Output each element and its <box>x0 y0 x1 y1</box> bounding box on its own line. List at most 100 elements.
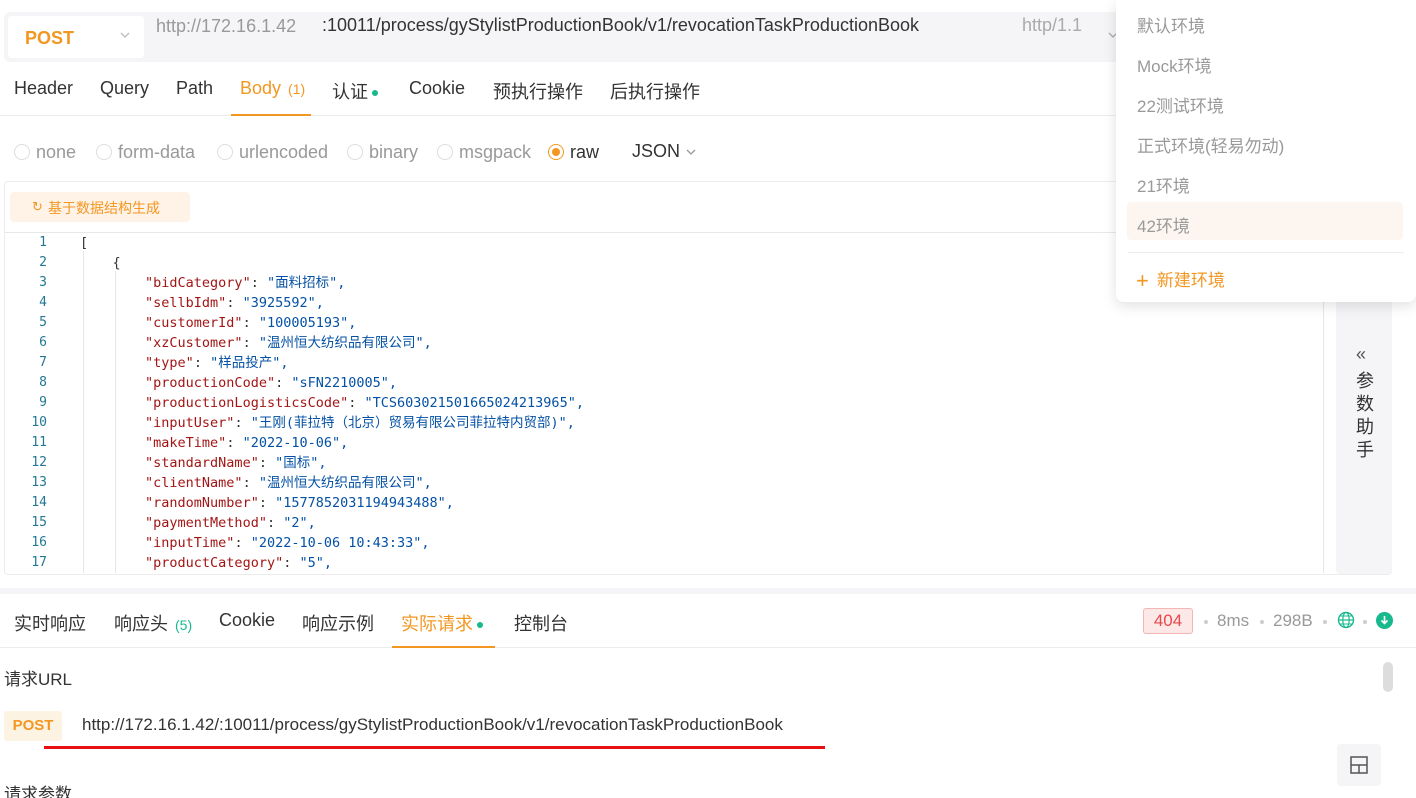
tab-query[interactable]: Query <box>100 78 149 116</box>
code-content: [ <box>80 233 88 253</box>
code-content: "inputTime": "2022-10-06 10:43:33", <box>80 533 430 553</box>
json-key: "randomNumber" <box>145 495 259 511</box>
tab-response-headers[interactable]: 响应头 (5) <box>114 610 192 648</box>
env-item-production[interactable]: 正式环境(轻易勿动) <box>1127 122 1403 160</box>
globe-icon[interactable] <box>1337 611 1355 629</box>
separator-dot <box>1323 620 1327 624</box>
generate-from-schema-button[interactable]: ↻ 基于数据结构生成 <box>10 192 190 222</box>
tab-cookie[interactable]: Cookie <box>409 78 465 116</box>
radio-label: form-data <box>118 142 196 162</box>
line-number: 11 <box>31 435 47 450</box>
radio-form-data[interactable]: form-data <box>96 142 195 163</box>
env-item-mock[interactable]: Mock环境 <box>1127 42 1403 80</box>
json-colon: : <box>275 375 292 391</box>
tab-post-script[interactable]: 后执行操作 <box>610 78 700 116</box>
actual-request-url: http://172.16.1.42/:10011/process/gyStyl… <box>82 715 783 734</box>
status-dot <box>477 622 483 629</box>
tab-response-cookie[interactable]: Cookie <box>219 610 275 648</box>
code-line: 17 "productCategory": "5", <box>5 553 1323 573</box>
json-value: "王刚(菲拉特（北京）贸易有限公司菲拉特内贸部)", <box>250 415 575 431</box>
radio-label: raw <box>570 142 600 162</box>
radio-urlencoded[interactable]: urlencoded <box>217 142 328 163</box>
code-line: 14 "randomNumber": "1577852031194943488"… <box>5 493 1323 513</box>
json-value: "sFN2210005", <box>291 375 398 391</box>
json-key: "xzCustomer" <box>145 335 243 351</box>
code-content: "xzCustomer": "温州恒大纺织品有限公司", <box>80 333 432 353</box>
layout-toggle-button[interactable] <box>1337 744 1381 786</box>
code-content: "bidCategory": "面料招标", <box>80 273 345 293</box>
tab-console[interactable]: 控制台 <box>514 610 568 648</box>
tab-actual-request[interactable]: 实际请求 <box>392 610 495 648</box>
url-host[interactable]: http://172.16.1.42 <box>156 16 296 37</box>
url-input[interactable]: :10011/process/gyStylistProductionBook/v… <box>322 15 919 36</box>
radio-raw[interactable]: raw <box>548 142 599 163</box>
layout-icon <box>1350 756 1368 774</box>
json-colon: : <box>348 395 365 411</box>
panel-divider[interactable] <box>0 588 1416 594</box>
json-value: "面料招标", <box>266 275 346 291</box>
line-number: 14 <box>31 495 47 510</box>
tab-realtime-response[interactable]: 实时响应 <box>14 610 86 648</box>
json-colon: : <box>226 295 243 311</box>
tab-pre-script[interactable]: 预执行操作 <box>493 78 583 116</box>
protocol-select[interactable]: http/1.1 <box>1022 15 1082 36</box>
format-select[interactable]: JSON <box>632 141 680 162</box>
radio-label: binary <box>369 142 419 162</box>
download-icon[interactable] <box>1376 612 1393 629</box>
tab-response-example[interactable]: 响应示例 <box>302 610 374 648</box>
code-line: 6 "xzCustomer": "温州恒大纺织品有限公司", <box>5 333 1323 353</box>
json-key: "customerId" <box>145 315 243 331</box>
json-bracket: { <box>112 255 121 271</box>
json-key: "bidCategory" <box>145 275 251 291</box>
json-colon: : <box>234 535 251 551</box>
json-key: "inputTime" <box>145 535 235 551</box>
json-key: "productCategory" <box>145 555 284 571</box>
radio-binary[interactable]: binary <box>347 142 418 163</box>
method-select[interactable]: POST <box>8 16 144 58</box>
radio-label: urlencoded <box>239 142 329 162</box>
response-scrollbar[interactable] <box>1383 662 1393 692</box>
json-value: "国标", <box>275 455 327 471</box>
radio-msgpack[interactable]: msgpack <box>437 142 531 163</box>
param-helper-panel[interactable]: « 参数助手 <box>1336 276 1392 574</box>
radio-none[interactable]: none <box>14 142 76 163</box>
line-number: 9 <box>39 395 47 410</box>
tab-header[interactable]: Header <box>14 78 73 116</box>
json-key: "type" <box>145 355 194 371</box>
line-number: 7 <box>39 355 47 370</box>
tab-body-label: Body <box>240 78 282 98</box>
json-value: "2022-10-06 10:43:33", <box>250 535 430 551</box>
json-key: "sellbIdm" <box>145 295 227 311</box>
code-line: 16 "inputTime": "2022-10-06 10:43:33", <box>5 533 1323 553</box>
env-item-22-test[interactable]: 22测试环境 <box>1127 82 1403 120</box>
env-item-default[interactable]: 默认环境 <box>1127 2 1403 40</box>
code-content: "paymentMethod": "2", <box>80 513 316 533</box>
env-item-21[interactable]: 21环境 <box>1127 162 1403 200</box>
tab-auth[interactable]: 认证 <box>332 78 378 116</box>
code-line: 8 "productionCode": "sFN2210005", <box>5 373 1323 393</box>
request-params-label: 请求参数 <box>4 785 72 798</box>
separator-dot <box>1260 620 1264 624</box>
environment-dropdown: 默认环境 Mock环境 22测试环境 正式环境(轻易勿动) 21环境 42环境 … <box>1116 0 1416 302</box>
code-line: 15 "paymentMethod": "2", <box>5 513 1323 533</box>
annotation-underline <box>44 746 825 749</box>
chevron-down-icon <box>686 149 696 155</box>
tab-path[interactable]: Path <box>176 78 213 116</box>
code-content: "productionCode": "sFN2210005", <box>80 373 397 393</box>
json-value: "样品投产", <box>210 355 289 371</box>
double-chevron-left-icon: « <box>1356 344 1367 364</box>
json-bracket: [ <box>80 235 89 251</box>
code-content: { <box>80 253 121 273</box>
json-colon: : <box>193 355 211 371</box>
json-value: "1577852031194943488", <box>275 495 454 511</box>
env-item-42[interactable]: 42环境 <box>1127 202 1403 240</box>
new-environment-button[interactable]: + 新建环境 <box>1136 266 1225 294</box>
tab-body[interactable]: Body (1) <box>231 78 311 116</box>
